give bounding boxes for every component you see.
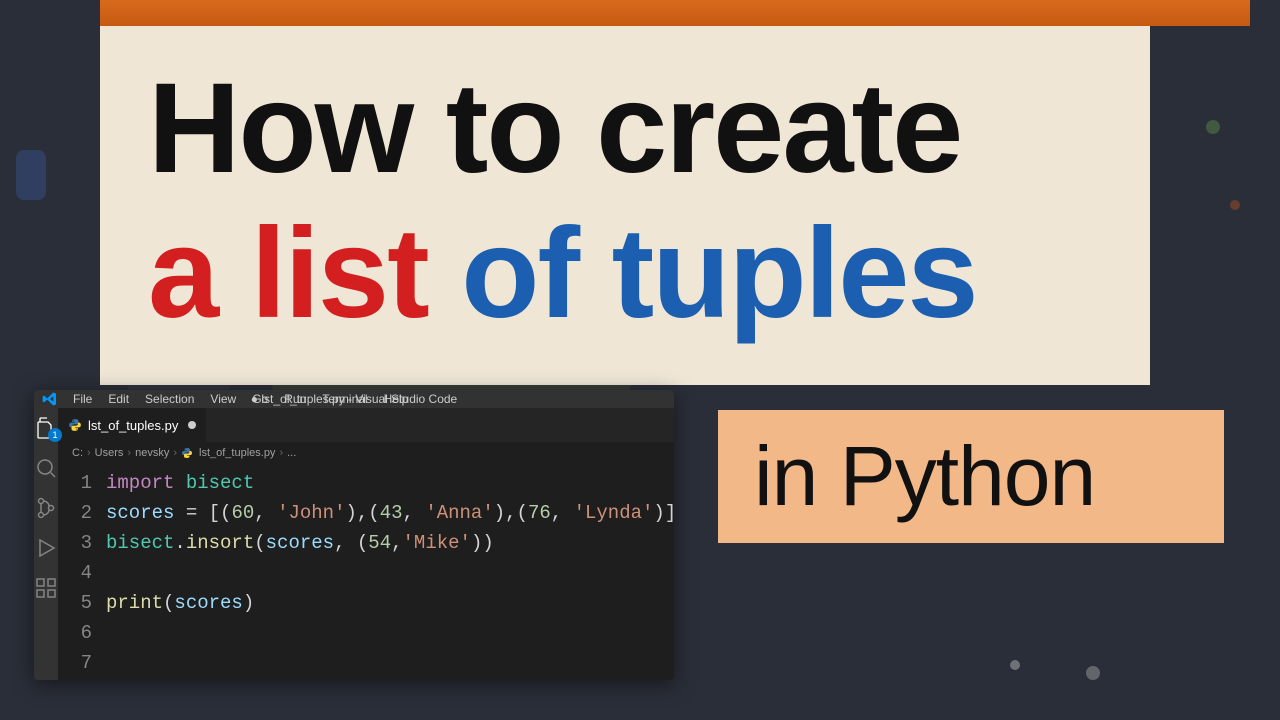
menu-item-selection[interactable]: Selection <box>138 390 201 408</box>
explorer-icon[interactable]: 1 <box>34 416 58 440</box>
menu-item-help[interactable]: Help <box>377 390 416 408</box>
code-editor[interactable]: 1234567 import bisectscores = [(60, 'Joh… <box>58 464 674 680</box>
breadcrumb-segment[interactable]: C: <box>72 447 83 459</box>
python-file-icon <box>68 418 82 432</box>
title-card: How to create a list of tuples <box>100 26 1150 385</box>
decoration-speck <box>1206 120 1220 134</box>
menu-item-terminal[interactable]: Terminal <box>315 390 374 408</box>
orange-top-stripe <box>100 0 1250 26</box>
title-blue-text: of tuples <box>428 202 977 345</box>
tab-modified-indicator <box>188 421 196 429</box>
breadcrumb-separator: › <box>173 447 177 459</box>
code-line[interactable]: bisect.insort(scores, (54,'Mike')) <box>106 528 674 558</box>
source-control-icon[interactable] <box>34 496 58 520</box>
title-line2: a list of tuples <box>148 204 1102 345</box>
breadcrumb-separator: › <box>87 447 91 459</box>
tab-bar: lst_of_tuples.py <box>58 408 674 442</box>
tab-lst-of-tuples[interactable]: lst_of_tuples.py <box>58 408 207 442</box>
editor-area: lst_of_tuples.py C:›Users›nevsky›lst_of_… <box>58 408 674 680</box>
breadcrumb-separator: › <box>127 447 131 459</box>
decoration-speck <box>16 150 46 200</box>
search-icon[interactable] <box>34 456 58 480</box>
extensions-icon[interactable] <box>34 576 58 600</box>
subtitle-text: in Python <box>754 428 1188 525</box>
line-number-gutter: 1234567 <box>58 468 106 678</box>
code-line[interactable]: scores = [(60, 'John'),(43, 'Anna'),(76,… <box>106 498 674 528</box>
breadcrumb-segment[interactable]: nevsky <box>135 447 169 459</box>
menu-item-file[interactable]: File <box>66 390 99 408</box>
breadcrumb-segment[interactable]: ... <box>287 447 296 459</box>
activity-bar: 1 <box>34 408 58 680</box>
code-line[interactable]: import bisect <box>106 468 674 498</box>
menu-item-run[interactable]: Run <box>277 390 313 408</box>
title-line1: How to create <box>148 62 1102 196</box>
explorer-badge: 1 <box>48 428 62 442</box>
python-file-icon <box>181 447 193 459</box>
title-red-text: a list <box>148 202 428 345</box>
breadcrumb-segment[interactable]: Users <box>95 447 124 459</box>
code-line[interactable]: print(scores) <box>106 588 674 618</box>
code-line[interactable] <box>106 648 674 678</box>
run-debug-icon[interactable] <box>34 536 58 560</box>
breadcrumb-segment[interactable]: lst_of_tuples.py <box>199 447 275 459</box>
code-content[interactable]: import bisectscores = [(60, 'John'),(43,… <box>106 468 674 678</box>
code-line[interactable] <box>106 558 674 588</box>
vscode-window: FileEditSelectionViewGoRunTerminalHelp ●… <box>34 390 674 680</box>
subtitle-card: in Python <box>718 410 1224 543</box>
vscode-logo-icon <box>42 391 58 407</box>
menu-item-edit[interactable]: Edit <box>101 390 136 408</box>
vscode-titlebar: FileEditSelectionViewGoRunTerminalHelp ●… <box>34 390 674 408</box>
menu-item-go[interactable]: Go <box>245 390 275 408</box>
tab-filename: lst_of_tuples.py <box>88 418 178 433</box>
decoration-speck <box>1010 660 1020 670</box>
decoration-speck <box>1230 200 1240 210</box>
menu-item-view[interactable]: View <box>203 390 243 408</box>
breadcrumb-separator: › <box>279 447 283 459</box>
code-line[interactable] <box>106 618 674 648</box>
decoration-speck <box>1086 666 1100 680</box>
menu-bar: FileEditSelectionViewGoRunTerminalHelp <box>66 390 415 408</box>
breadcrumb[interactable]: C:›Users›nevsky›lst_of_tuples.py›... <box>58 442 674 464</box>
